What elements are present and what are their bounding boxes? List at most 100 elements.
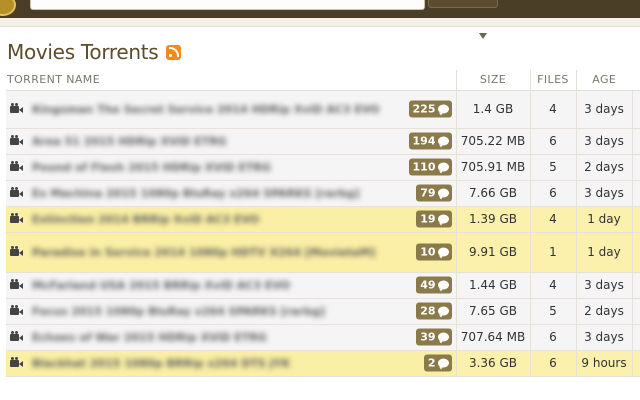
column-header-age[interactable]: AGE xyxy=(575,70,632,91)
torrent-files: 5 xyxy=(529,298,576,325)
torrent-files: 4 xyxy=(529,206,576,233)
torrent-age: 2 days xyxy=(575,298,632,325)
table-row[interactable]: McFarland USA 2015 BRRip XviD AC3 EVO 49 1… xyxy=(6,272,640,299)
menu-strip xyxy=(0,18,640,39)
torrent-title-link[interactable]: McFarland USA 2015 BRRip XviD AC3 EVO xyxy=(32,278,456,293)
chevron-down-icon[interactable] xyxy=(479,33,487,39)
comments-badge[interactable]: 110 xyxy=(408,158,452,176)
overflow-cell xyxy=(631,154,640,181)
speech-bubble-icon xyxy=(437,162,449,174)
video-camera-icon xyxy=(10,135,24,146)
torrent-size: 705.22 MB xyxy=(455,128,530,155)
table-row[interactable]: Paradise in Service 2014 1080p HDTV X264… xyxy=(6,232,640,273)
torrent-name-cell: Paradise in Service 2014 1080p HDTV X264… xyxy=(6,232,456,273)
torrent-size: 707.64 MB xyxy=(455,324,530,351)
torrent-title-link[interactable]: Area 51 2015 HDRip XViD ETRG xyxy=(32,134,456,149)
torrent-list: Kingsman The Secret Service 2014 HDRip X… xyxy=(6,90,640,377)
comment-count: 110 xyxy=(412,160,436,174)
speech-bubble-icon xyxy=(437,214,449,226)
torrent-title-link[interactable]: Kingsman The Secret Service 2014 HDRip X… xyxy=(32,102,456,117)
overflow-cell xyxy=(631,180,640,207)
torrent-name-cell: Ex Machina 2015 1080p BluRay x264 SPARKS… xyxy=(6,180,456,207)
comment-count: 49 xyxy=(420,278,436,292)
comment-count: 19 xyxy=(420,212,436,226)
comment-count: 79 xyxy=(420,186,436,200)
torrent-size: 3.36 GB xyxy=(455,350,530,377)
rss-icon[interactable] xyxy=(166,44,182,60)
torrent-size: 9.91 GB xyxy=(455,232,530,273)
comment-count: 10 xyxy=(420,245,436,259)
speech-bubble-icon xyxy=(437,247,449,259)
table-row[interactable]: Ex Machina 2015 1080p BluRay x264 SPARKS… xyxy=(6,180,640,207)
video-camera-icon xyxy=(10,187,24,198)
comments-badge[interactable]: 39 xyxy=(416,328,452,346)
torrent-title-link[interactable]: Blackhat 2015 1080p BRRip x264 DTS JYK xyxy=(32,356,456,371)
video-camera-icon xyxy=(10,103,24,114)
comment-count: 28 xyxy=(420,304,436,318)
torrent-size: 1.39 GB xyxy=(455,206,530,233)
overflow-cell xyxy=(631,90,640,129)
torrent-age: 1 day xyxy=(575,232,632,273)
table-row[interactable]: Extinction 2014 BRRip XviD AC3 EVO 19 1.39… xyxy=(6,206,640,233)
comments-badge[interactable]: 2 xyxy=(423,354,452,372)
comments-badge[interactable]: 19 xyxy=(416,210,452,228)
torrent-age: 9 hours xyxy=(575,350,632,377)
video-camera-icon xyxy=(10,305,24,316)
overflow-cell xyxy=(631,298,640,325)
video-camera-icon xyxy=(10,213,24,224)
overflow-cell xyxy=(631,232,640,273)
overflow-cell xyxy=(631,272,640,299)
torrent-age: 3 days xyxy=(575,272,632,299)
torrent-size: 7.66 GB xyxy=(455,180,530,207)
page-heading: Movies Torrents xyxy=(7,40,182,64)
torrent-title-link[interactable]: Pound of Flesh 2015 HDRip XViD ETRG xyxy=(32,160,456,175)
video-camera-icon xyxy=(10,161,24,172)
page-title: Movies Torrents xyxy=(7,40,159,64)
torrent-name-cell: Extinction 2014 BRRip XviD AC3 EVO 19 xyxy=(6,206,456,233)
torrent-table: TORRENT NAME SIZE FILES AGE Kingsman The… xyxy=(6,70,640,377)
comments-badge[interactable]: 28 xyxy=(416,302,452,320)
torrent-name-cell: Blackhat 2015 1080p BRRip x264 DTS JYK 2 xyxy=(6,350,456,377)
comment-count: 194 xyxy=(412,134,436,148)
speech-bubble-icon xyxy=(437,358,449,370)
column-header-files[interactable]: FILES xyxy=(529,70,576,91)
comments-badge[interactable]: 79 xyxy=(416,184,452,202)
table-row[interactable]: Pound of Flesh 2015 HDRip XViD ETRG 110 70… xyxy=(6,154,640,181)
table-row[interactable]: Area 51 2015 HDRip XViD ETRG 194 705.22 MB… xyxy=(6,128,640,155)
speech-bubble-icon xyxy=(437,332,449,344)
search-input[interactable] xyxy=(30,0,425,10)
overflow-cell xyxy=(631,206,640,233)
comments-badge[interactable]: 194 xyxy=(408,132,452,150)
column-header-overflow xyxy=(632,70,640,91)
table-row[interactable]: Focus 2015 1080p BluRay x264 SPARKS [rar… xyxy=(6,298,640,325)
column-header-size[interactable]: SIZE xyxy=(455,70,530,91)
comments-badge[interactable]: 49 xyxy=(416,276,452,294)
torrent-title-link[interactable]: Echoes of War 2015 HDRip XViD ETRG xyxy=(32,330,456,345)
torrent-files: 6 xyxy=(529,350,576,377)
torrent-title-link[interactable]: Ex Machina 2015 1080p BluRay x264 SPARKS… xyxy=(32,186,456,201)
speech-bubble-icon xyxy=(437,104,449,116)
video-camera-icon xyxy=(10,279,24,290)
torrent-title-link[interactable]: Paradise in Service 2014 1080p HDTV X264… xyxy=(32,245,456,260)
torrent-files: 1 xyxy=(529,232,576,273)
comments-badge[interactable]: 10 xyxy=(416,243,452,261)
comment-count: 39 xyxy=(420,330,436,344)
search-button[interactable] xyxy=(428,0,498,8)
torrent-age: 3 days xyxy=(575,90,632,129)
table-row[interactable]: Kingsman The Secret Service 2014 HDRip X… xyxy=(6,90,640,129)
torrent-size: 1.4 GB xyxy=(455,90,530,129)
torrent-name-cell: Pound of Flesh 2015 HDRip XViD ETRG 110 xyxy=(6,154,456,181)
comments-badge[interactable]: 225 xyxy=(408,100,452,118)
torrent-size: 1.44 GB xyxy=(455,272,530,299)
torrent-title-link[interactable]: Focus 2015 1080p BluRay x264 SPARKS [rar… xyxy=(32,304,456,319)
site-logo[interactable] xyxy=(0,0,16,16)
torrent-name-cell: McFarland USA 2015 BRRip XviD AC3 EVO 49 xyxy=(6,272,456,299)
overflow-cell xyxy=(631,350,640,377)
column-header-name[interactable]: TORRENT NAME xyxy=(6,70,456,91)
torrent-age: 3 days xyxy=(575,180,632,207)
table-row[interactable]: Echoes of War 2015 HDRip XViD ETRG 39 707.… xyxy=(6,324,640,351)
overflow-cell xyxy=(631,128,640,155)
table-row[interactable]: Blackhat 2015 1080p BRRip x264 DTS JYK 2 3… xyxy=(6,350,640,377)
torrent-title-link[interactable]: Extinction 2014 BRRip XviD AC3 EVO xyxy=(32,212,456,227)
speech-bubble-icon xyxy=(437,136,449,148)
